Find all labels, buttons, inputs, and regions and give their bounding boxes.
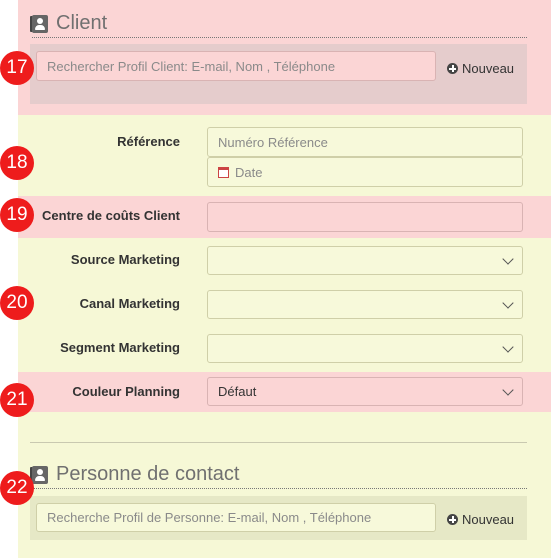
badge-22: 22 <box>0 471 34 505</box>
client-search-placeholder: Rechercher Profil Client: E-mail, Nom , … <box>47 58 336 74</box>
canal-marketing-select[interactable] <box>207 290 523 319</box>
cost-center-label: Centre de coûts Client <box>42 208 180 223</box>
planning-label: Couleur Planning <box>72 384 180 399</box>
source-marketing-label: Source Marketing <box>70 252 180 267</box>
contact-header: Personne de contact <box>32 463 239 486</box>
plus-circle-icon <box>447 514 458 525</box>
client-header: Client <box>32 12 107 35</box>
client-title: Client <box>56 12 108 34</box>
reference-number-placeholder: Numéro Référence <box>218 134 328 150</box>
chevron-down-icon <box>502 340 514 353</box>
separator <box>30 442 527 443</box>
canal-marketing-label: Canal Marketing <box>79 296 180 311</box>
contact-card-icon <box>32 14 48 33</box>
contact-search-placeholder: Recherche Profil de Personne: E-mail, No… <box>47 510 372 525</box>
contact-new-button[interactable]: Nouveau <box>447 512 514 527</box>
plus-circle-icon <box>447 63 458 74</box>
calendar-icon <box>218 166 229 178</box>
reference-label: Référence <box>117 134 180 149</box>
client-new-button[interactable]: Nouveau <box>447 61 514 76</box>
contact-title: Personne de contact <box>56 463 240 485</box>
planning-color-value: Défaut <box>218 384 257 399</box>
reference-number-input[interactable]: Numéro Référence <box>207 127 523 157</box>
segment-marketing-select[interactable] <box>207 334 523 363</box>
planning-color-select[interactable]: Défaut <box>207 377 523 406</box>
badge-17: 17 <box>0 51 34 85</box>
contact-header-rule <box>32 488 527 489</box>
reference-date-input[interactable]: Date <box>207 157 523 187</box>
contact-card-icon <box>32 465 48 484</box>
chevron-down-icon <box>502 383 514 396</box>
client-new-label: Nouveau <box>462 61 515 76</box>
chevron-down-icon <box>502 252 514 265</box>
cost-center-input[interactable] <box>207 202 523 232</box>
reference-date-placeholder: Date <box>235 164 263 180</box>
client-header-rule <box>32 37 527 38</box>
segment-marketing-label: Segment Marketing <box>60 340 180 355</box>
contact-new-label: Nouveau <box>462 512 515 527</box>
badge-18: 18 <box>0 146 34 180</box>
chevron-down-icon <box>502 296 514 309</box>
contact-search-input[interactable]: Recherche Profil de Personne: E-mail, No… <box>36 503 436 532</box>
client-search-input[interactable]: Rechercher Profil Client: E-mail, Nom , … <box>36 51 436 81</box>
source-marketing-select[interactable] <box>207 246 523 275</box>
